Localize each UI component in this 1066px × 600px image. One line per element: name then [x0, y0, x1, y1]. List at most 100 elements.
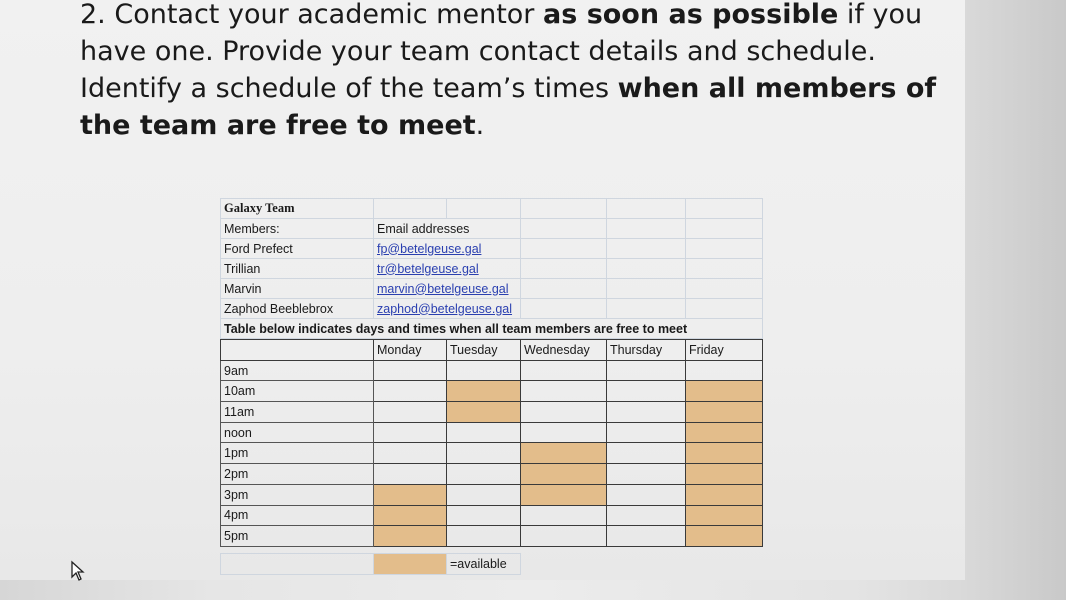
- time-slot-row: 5pm: [220, 525, 763, 547]
- available-slot-cell: [520, 483, 607, 506]
- members-label: Members:: [220, 218, 374, 239]
- schedule-body: Monday Tuesday Wednesday Thursday Friday 9am 1…: [220, 339, 763, 547]
- legend-row: =available: [220, 552, 521, 575]
- schedule-cell: [606, 401, 686, 423]
- schedule-cell: [446, 359, 521, 382]
- schedule-cell: [520, 504, 607, 527]
- heading-text-3: .: [475, 110, 485, 141]
- time-slot-row: 10am: [220, 380, 763, 403]
- time-slot-row: 1pm: [220, 442, 763, 465]
- legend-label: =available: [446, 552, 521, 575]
- schedule-header-row: Monday Tuesday Wednesday Thursday Friday: [220, 339, 763, 361]
- available-slot-cell: [446, 401, 521, 423]
- member-row: Ford Prefect fp@betelgeuse.gal: [220, 238, 763, 259]
- available-slot-cell: [685, 483, 763, 506]
- legend-swatch: [373, 552, 447, 575]
- schedule-cell: [606, 380, 686, 403]
- legend: =available: [220, 552, 521, 575]
- time-label: 9am: [220, 359, 374, 382]
- schedule-cell: [606, 504, 686, 527]
- schedule-cell: [520, 525, 607, 547]
- member-email-link[interactable]: zaphod@betelgeuse.gal: [373, 298, 521, 319]
- member-row: Zaphod Beeblebrox zaphod@betelgeuse.gal: [220, 298, 763, 319]
- schedule-cell: [373, 442, 447, 465]
- available-slot-cell: [373, 504, 447, 527]
- available-slot-cell: [685, 380, 763, 403]
- email-label: Email addresses: [373, 218, 521, 239]
- schedule-cell: [373, 380, 447, 403]
- available-slot-cell: [446, 380, 521, 403]
- schedule-cell: [685, 359, 763, 382]
- schedule-cell: [373, 359, 447, 382]
- team-title: Galaxy Team: [220, 198, 374, 219]
- schedule-cell: [520, 401, 607, 423]
- team-title-row: Galaxy Team: [220, 198, 763, 219]
- time-label: 11am: [220, 401, 374, 423]
- time-label: noon: [220, 421, 374, 444]
- time-slot-row: 3pm: [220, 483, 763, 506]
- available-slot-cell: [685, 442, 763, 465]
- time-label: 2pm: [220, 463, 374, 485]
- available-slot-cell: [685, 463, 763, 485]
- schedule-cell: [446, 483, 521, 506]
- day-header: Friday: [685, 339, 763, 361]
- available-slot-cell: [685, 401, 763, 423]
- member-row: Trillian tr@betelgeuse.gal: [220, 258, 763, 279]
- schedule-cell: [446, 442, 521, 465]
- available-slot-cell: [520, 442, 607, 465]
- available-slot-cell: [685, 525, 763, 547]
- time-slot-row: noon: [220, 421, 763, 444]
- team-contact-table: Galaxy Team Members: Email addresses For…: [220, 198, 763, 339]
- schedule-corner-cell: [220, 339, 374, 361]
- available-slot-cell: [520, 463, 607, 485]
- time-label: 5pm: [220, 525, 374, 547]
- member-name: Marvin: [220, 278, 374, 299]
- available-slot-cell: [685, 504, 763, 527]
- available-slot-cell: [685, 421, 763, 444]
- team-spreadsheet: Galaxy Team Members: Email addresses For…: [220, 198, 763, 575]
- availability-note: Table below indicates days and times whe…: [220, 318, 763, 339]
- schedule-cell: [606, 359, 686, 382]
- schedule-cell: [520, 359, 607, 382]
- member-row: Marvin marvin@betelgeuse.gal: [220, 278, 763, 299]
- schedule-cell: [446, 421, 521, 444]
- schedule-cell: [520, 421, 607, 444]
- mouse-pointer-icon: [70, 560, 86, 587]
- time-slot-row: 11am: [220, 401, 763, 423]
- time-label: 1pm: [220, 442, 374, 465]
- availability-schedule: Monday Tuesday Wednesday Thursday Friday 9am 1…: [220, 339, 763, 547]
- schedule-cell: [606, 483, 686, 506]
- schedule-cell: [446, 504, 521, 527]
- schedule-cell: [373, 401, 447, 423]
- schedule-cell: [606, 442, 686, 465]
- schedule-cell: [606, 463, 686, 485]
- member-name: Trillian: [220, 258, 374, 279]
- available-slot-cell: [373, 525, 447, 547]
- instruction-heading: 2. Contact your academic mentor as soon …: [80, 0, 940, 144]
- slide-edge: [965, 0, 1066, 600]
- day-header: Tuesday: [446, 339, 521, 361]
- day-header: Wednesday: [520, 339, 607, 361]
- heading-bold-1: as soon as possible: [543, 0, 839, 30]
- member-email-link[interactable]: tr@betelgeuse.gal: [373, 258, 521, 279]
- day-header: Monday: [373, 339, 447, 361]
- member-email-link[interactable]: marvin@betelgeuse.gal: [373, 278, 521, 299]
- time-label: 4pm: [220, 504, 374, 527]
- member-email-link[interactable]: fp@betelgeuse.gal: [373, 238, 521, 259]
- time-slot-row: 2pm: [220, 463, 763, 485]
- time-slot-row: 9am: [220, 359, 763, 382]
- time-label: 3pm: [220, 483, 374, 506]
- heading-text-1: 2. Contact your academic mentor: [80, 0, 543, 30]
- available-slot-cell: [373, 483, 447, 506]
- day-header: Thursday: [606, 339, 686, 361]
- note-row: Table below indicates days and times whe…: [220, 318, 763, 339]
- schedule-cell: [373, 463, 447, 485]
- time-slot-row: 4pm: [220, 504, 763, 527]
- member-name: Zaphod Beeblebrox: [220, 298, 374, 319]
- schedule-cell: [606, 525, 686, 547]
- schedule-cell: [446, 525, 521, 547]
- schedule-cell: [606, 421, 686, 444]
- member-name: Ford Prefect: [220, 238, 374, 259]
- time-label: 10am: [220, 380, 374, 403]
- schedule-cell: [373, 421, 447, 444]
